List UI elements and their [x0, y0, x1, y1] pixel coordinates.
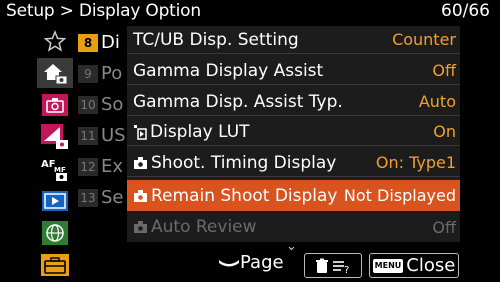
subpage-label: US — [101, 125, 126, 146]
close-button[interactable]: MENU Close — [369, 253, 459, 278]
subpage-item[interactable]: 10 So — [78, 90, 128, 119]
tab-network[interactable] — [37, 218, 73, 248]
menu-item-value: Not Displayed — [343, 186, 456, 205]
menu-item-label-wrap: Remain Shoot Display — [133, 186, 338, 206]
movie-icon — [134, 124, 147, 140]
subpage-item[interactable]: 9 Po — [78, 59, 128, 88]
subpage-label: Po — [101, 63, 123, 84]
subpage-number: 11 — [78, 126, 98, 145]
page-button[interactable]: Page — [218, 252, 284, 273]
tab-exposure[interactable] — [37, 122, 73, 152]
menu-item-label-wrap: Auto Review — [133, 217, 257, 237]
subpage-label: Ex — [101, 156, 124, 177]
menu-item-label-wrap: Shoot. Timing Display — [133, 153, 336, 173]
subpage-item[interactable]: 8 Di — [78, 28, 128, 57]
page-count: 60/66 — [441, 1, 490, 21]
breadcrumb: Setup > Display Option — [6, 1, 201, 21]
exposure-camera-icon — [41, 124, 68, 149]
menu-item-value: Off — [432, 61, 456, 80]
menu-item-shoot-timing-display[interactable]: Shoot. Timing Display On: Type1 — [127, 149, 460, 177]
camera-icon — [42, 94, 68, 116]
tab-focus[interactable]: AF MF — [37, 154, 73, 184]
subpage-number: 12 — [78, 157, 98, 176]
menu-item-label: Gamma Display Assist — [133, 60, 324, 81]
menu-item-value: On — [433, 122, 456, 141]
subpage-number: 8 — [78, 33, 98, 52]
menu-item-value: Auto — [418, 92, 456, 111]
subpage-label: So — [101, 94, 124, 115]
menu-item-label: Gamma Disp. Assist Typ. — [133, 91, 343, 112]
subpage-number: 9 — [78, 64, 98, 83]
tab-shooting[interactable] — [37, 90, 73, 120]
subpage-list: 8 Di 9 Po 10 So 11 US 12 Ex 13 Se — [78, 28, 128, 214]
network-globe-icon — [42, 221, 68, 245]
help-list-icon: ? — [332, 260, 349, 274]
dial-icon — [219, 259, 239, 266]
subpage-item[interactable]: 13 Se — [78, 183, 128, 212]
tab-my-menu[interactable] — [37, 26, 73, 56]
menu-item-label: TC/UB Disp. Setting — [133, 29, 299, 50]
menu-item-value: Off — [432, 217, 456, 237]
subpage-number: 13 — [78, 188, 98, 207]
home-camera-icon — [44, 64, 68, 85]
menu-item-label: Shoot. Timing Display — [151, 152, 337, 173]
menu-item-auto-review[interactable]: Auto Review Off — [127, 213, 460, 241]
tab-setup[interactable] — [37, 58, 73, 88]
camera-small-icon — [134, 221, 147, 233]
menu-item-gamma-assist-type[interactable]: Gamma Disp. Assist Typ. Auto — [127, 88, 460, 116]
menu-key-icon: MENU — [372, 258, 404, 273]
subpage-label: Se — [101, 187, 124, 208]
camera-small-icon — [134, 189, 147, 202]
page-label: Page — [240, 252, 284, 273]
bottom-bar: Page ? MENU Close — [0, 250, 500, 281]
tab-playback[interactable] — [37, 186, 73, 216]
subpage-item[interactable]: 12 Ex — [78, 152, 128, 181]
menu-item-label: Remain Shoot Display — [151, 185, 338, 206]
svg-text:MF: MF — [54, 166, 66, 174]
trash-icon — [315, 258, 328, 273]
af-mf-icon: AFMF — [41, 159, 67, 181]
menu-item-gamma-display-assist[interactable]: Gamma Display Assist Off — [127, 57, 460, 85]
playback-icon — [42, 191, 68, 211]
menu-item-label: Auto Review — [151, 217, 257, 237]
subpage-label: Di — [101, 32, 120, 53]
star-icon — [44, 30, 66, 52]
menu-item-display-lut[interactable]: Display LUT On — [127, 118, 460, 146]
menu-item-value: Counter — [392, 30, 456, 49]
svg-text:?: ? — [344, 265, 349, 274]
menu-item-value: On: Type1 — [375, 153, 456, 172]
camera-small-icon — [134, 156, 147, 169]
menu-item-remain-shoot-display[interactable]: Remain Shoot Display Not Displayed — [127, 180, 460, 211]
menu-item-tc-ub-setting[interactable]: TC/UB Disp. Setting Counter — [127, 26, 460, 54]
menu-item-label: Display LUT — [150, 121, 250, 142]
close-label: Close — [406, 255, 456, 276]
menu-panel: TC/UB Disp. Setting Counter Gamma Displa… — [127, 26, 460, 242]
delete-help-button[interactable]: ? — [304, 253, 362, 278]
menu-item-label-wrap: Display LUT — [133, 122, 250, 142]
top-bar: Setup > Display Option 60/66 — [0, 0, 500, 24]
category-tabs: AF MF — [37, 26, 73, 282]
subpage-item[interactable]: 11 US — [78, 121, 128, 150]
subpage-number: 10 — [78, 95, 98, 114]
